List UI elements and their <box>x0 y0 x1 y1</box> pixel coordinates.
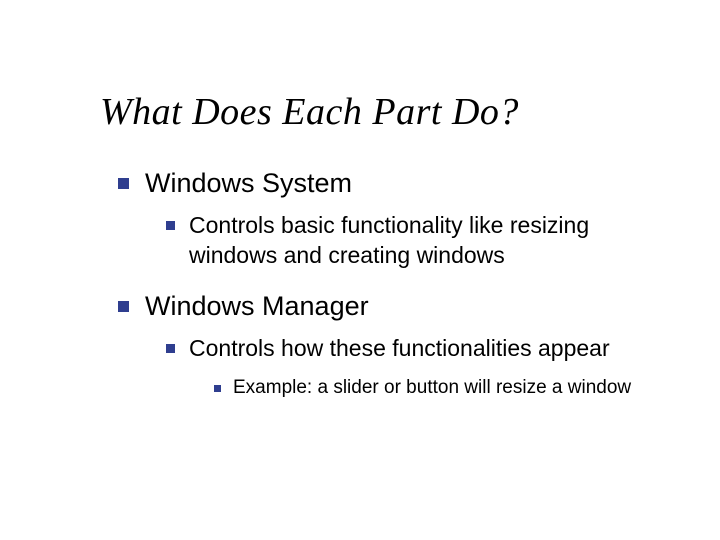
section-0: Windows System Controls basic functional… <box>118 166 660 271</box>
section-0-heading: Windows System <box>118 166 660 201</box>
square-bullet-icon <box>166 221 175 230</box>
square-bullet-icon <box>118 301 129 312</box>
square-bullet-icon <box>214 385 221 392</box>
section-0-points: Controls basic functionality like resizi… <box>166 211 660 271</box>
bullet-point: Controls how these functionalities appea… <box>166 334 660 364</box>
section-heading-text: Windows Manager <box>145 289 369 324</box>
sub-bullet-point: Example: a slider or button will resize … <box>214 376 660 401</box>
slide-title: What Does Each Part Do? <box>100 90 660 134</box>
section-1-points: Controls how these functionalities appea… <box>166 334 660 401</box>
bullet-point: Controls basic functionality like resizi… <box>166 211 660 271</box>
bullet-text: Controls basic functionality like resizi… <box>189 211 660 271</box>
square-bullet-icon <box>166 344 175 353</box>
bullet-text: Controls how these functionalities appea… <box>189 334 610 364</box>
section-1: Windows Manager Controls how these funct… <box>118 289 660 401</box>
square-bullet-icon <box>118 178 129 189</box>
section-1-heading: Windows Manager <box>118 289 660 324</box>
section-1-subpoints: Example: a slider or button will resize … <box>214 376 660 401</box>
section-heading-text: Windows System <box>145 166 352 201</box>
slide-content: What Does Each Part Do? Windows System C… <box>0 0 720 459</box>
sub-bullet-text: Example: a slider or button will resize … <box>233 376 631 401</box>
